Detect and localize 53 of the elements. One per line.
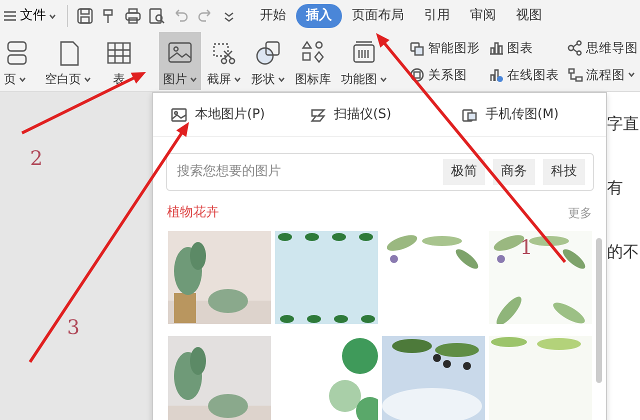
online-chart-icon	[488, 66, 504, 83]
search-field[interactable]: 搜索您想要的图片 极简 商务 科技	[166, 153, 594, 191]
print-button[interactable]	[124, 7, 142, 25]
ribbon-button[interactable]: 关系图	[407, 64, 482, 86]
annotation-number: 3	[67, 314, 80, 341]
save-icon	[76, 7, 94, 25]
ribbon-button[interactable]: 流程图	[565, 64, 640, 86]
caret-icon	[49, 12, 57, 20]
ribbon-tab[interactable]: 引用	[414, 4, 460, 28]
save-button[interactable]	[76, 7, 94, 25]
chart-icon	[488, 40, 504, 56]
ribbon-tab[interactable]: 插入	[296, 4, 342, 28]
ribbon-button[interactable]: 空白页	[41, 32, 95, 90]
menu-item[interactable]: 手机传图(M)	[461, 104, 559, 124]
scrollbar[interactable]	[596, 238, 602, 383]
search-tag[interactable]: 极简	[443, 159, 485, 185]
menu-item[interactable]: 本地图片(P)	[171, 104, 265, 124]
shapes-icon	[254, 39, 282, 67]
search-tag[interactable]: 科技	[543, 159, 585, 185]
ribbon-button[interactable]: 在线图表	[486, 64, 561, 86]
scanner-icon	[310, 106, 326, 122]
mind-map-icon	[567, 40, 583, 56]
section-title: 植物花卉	[167, 204, 219, 222]
document-text: 字直	[607, 113, 639, 135]
menu-icon	[3, 10, 17, 22]
ribbon-button[interactable]: 形状	[247, 32, 289, 90]
ribbon-button[interactable]: 思维导图	[565, 38, 640, 58]
ribbon-tab[interactable]: 视图	[506, 4, 552, 28]
ribbon-button[interactable]: 图片	[159, 32, 201, 90]
ribbon-button[interactable]: 截屏	[203, 32, 245, 90]
ribbon-button[interactable]: 智能图形	[407, 38, 482, 58]
print-icon	[124, 7, 142, 25]
ribbon-button[interactable]: 页	[0, 32, 33, 90]
menu-item[interactable]: 扫描仪(S)	[310, 104, 392, 124]
ribbon-button[interactable]: 功能图	[337, 32, 391, 90]
document-text: 的不	[607, 241, 639, 263]
annotation-number: 2	[30, 145, 43, 172]
print-preview-icon	[148, 7, 166, 25]
annotation-number: 1	[520, 234, 533, 261]
file-menu-button[interactable]: 文件	[3, 6, 57, 26]
document-text: 有	[607, 177, 623, 199]
ribbon-tab[interactable]: 页面布局	[342, 4, 414, 28]
search-tag[interactable]: 商务	[493, 159, 535, 185]
smart-art-icon	[409, 40, 425, 56]
flowchart-icon	[567, 66, 583, 83]
ribbon-tab[interactable]: 开始	[250, 4, 296, 28]
phone-image-icon	[461, 106, 478, 122]
local-image-icon	[171, 106, 187, 122]
ribbon-button[interactable]: 图标库	[291, 32, 335, 90]
ribbon-tab[interactable]: 审阅	[460, 4, 506, 28]
print-preview-button[interactable]	[148, 7, 166, 25]
ribbon-button[interactable]: 图表	[486, 38, 561, 58]
relationship-icon	[409, 66, 425, 83]
